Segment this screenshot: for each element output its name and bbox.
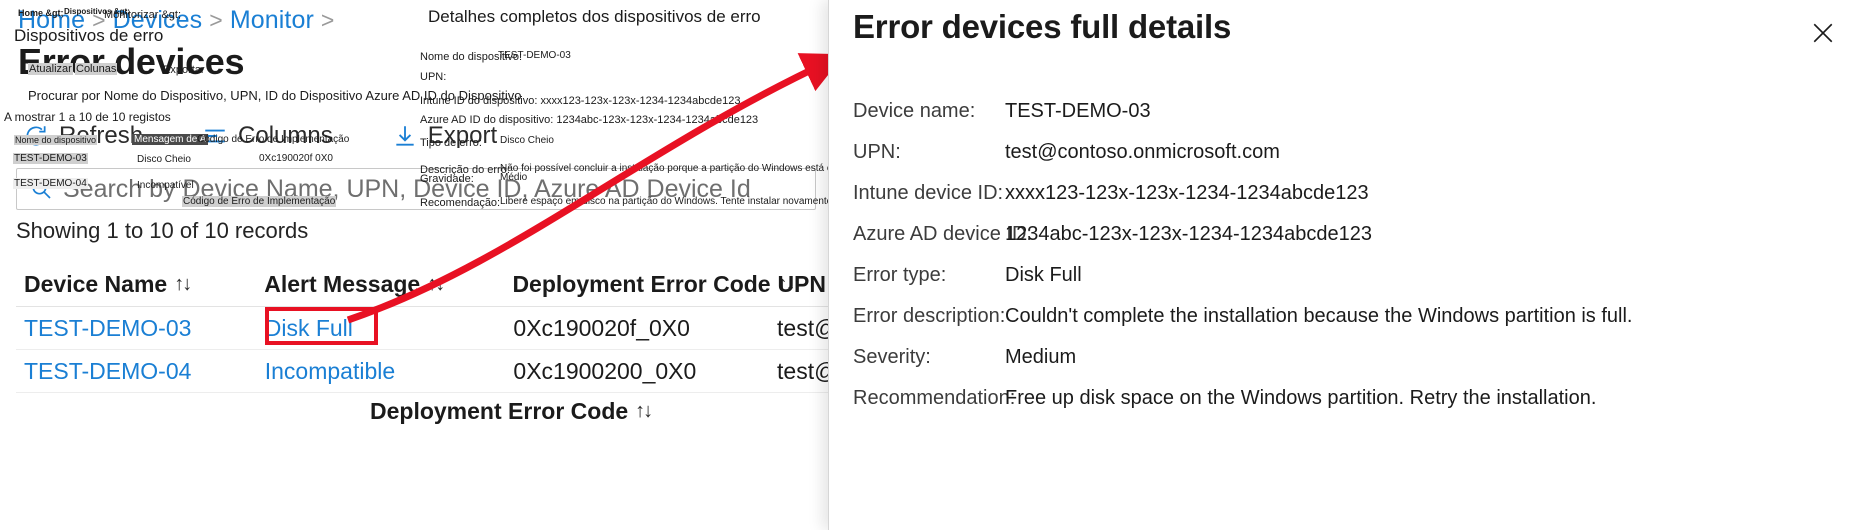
panel-title: Error devices full details	[853, 8, 1232, 45]
field-value: Medium	[1005, 346, 1077, 368]
export-icon	[391, 122, 419, 150]
field-label: Azure AD device ID:	[853, 223, 1032, 245]
column-header-deployment-error-code-label: Deployment Error Code	[512, 271, 771, 297]
screenshot-canvas: Home > Devices > Monitor > Error devices Refr…	[0, 0, 1868, 530]
column-header-device-name[interactable]: Device Name ↑↓	[16, 271, 264, 306]
overlay-export-label: Exportar	[163, 64, 205, 76]
cell-device-name[interactable]: TEST-DEMO-03	[16, 315, 265, 342]
overlay-footer-sort: Código de Erro de Implementação	[182, 196, 337, 207]
overlay-breadcrumb-home: Home &gt;	[18, 8, 64, 18]
sort-icon[interactable]: ↑↓	[427, 273, 445, 296]
field-device-name: Device name: TEST-DEMO-03	[853, 100, 1848, 123]
field-label: UPN:	[853, 141, 901, 163]
field-value: Free up disk space on the Windows partit…	[1005, 387, 1597, 409]
highlight-rectangle-disk-full	[265, 307, 378, 345]
field-value: xxxx123-123x-123x-1234-1234abcde123	[1005, 182, 1369, 204]
overlay-columns-label: Colunas	[75, 63, 118, 75]
column-header-upn-label: UPN	[777, 271, 826, 297]
cell-alert-message[interactable]: Incompatible	[265, 358, 514, 385]
field-value: TEST-DEMO-03	[1005, 100, 1151, 122]
records-status: Showing 1 to 10 of 10 records	[16, 218, 309, 243]
field-recommendation: Recommendation: Free up disk space on th…	[853, 387, 1848, 410]
field-label: Recommendation:	[853, 387, 1016, 409]
footer-sort-label: Deployment Error Code	[370, 398, 629, 424]
close-icon[interactable]	[1806, 16, 1840, 50]
column-header-device-name-label: Device Name	[24, 271, 168, 297]
sort-icon[interactable]: ↑↓	[174, 273, 192, 296]
field-error-description: Error description: Couldn't complete the…	[853, 305, 1848, 328]
overlay-label-intune-device-id: Intune ID do dispositivo: xxxx123-123x-1…	[420, 95, 741, 107]
field-azure-ad-device-id: Azure AD device ID: 1234abc-123x-123x-12…	[853, 223, 1848, 246]
field-value: Disk Full	[1005, 264, 1082, 286]
overlay-label-azure-ad-device-id: Azure AD ID do dispositivo: 1234abc-123x…	[420, 114, 759, 126]
overlay-row1-device: TEST-DEMO-03	[13, 153, 88, 164]
overlay-value-device-name: TEST-DEMO-03	[498, 50, 571, 61]
overlay-label-error-type: Tipo de erro:	[420, 137, 482, 149]
panel-field-list: Device name: TEST-DEMO-03 UPN: test@cont…	[853, 100, 1848, 428]
footer-sort-deployment-error-code[interactable]: Deployment Error Code ↑↓	[370, 398, 653, 425]
overlay-column-error-code: Código de Erro de Implementação	[197, 134, 350, 145]
overlay-breadcrumb-error-devices: Dispositivos de erro	[14, 26, 164, 45]
cell-deployment-error-code: 0Xc190020f_0X0	[513, 314, 690, 341]
overlay-value-error-type: Disco Cheio	[500, 135, 554, 146]
field-intune-device-id: Intune device ID: xxxx123-123x-123x-1234…	[853, 182, 1848, 205]
overlay-row1-code: 0Xc190020f 0X0	[259, 153, 333, 164]
overlay-breadcrumb-monitor: Monitorizar &gt;	[104, 9, 182, 21]
overlay-row2-alert: Incompatível	[137, 180, 194, 191]
overlay-records-status: A mostrar 1 a 10 de 10 registos	[4, 110, 171, 124]
error-devices-full-details-panel: Error devices full details Device name: …	[828, 0, 1868, 530]
field-label: Error description:	[853, 305, 1006, 327]
field-value: 1234abc-123x-123x-1234-1234abcde123	[1005, 223, 1372, 245]
overlay-label-recommendation: Recomendação:	[420, 197, 501, 209]
field-label: Device name:	[853, 100, 976, 122]
field-label: Intune device ID:	[853, 182, 1004, 204]
field-severity: Severity: Medium	[853, 346, 1848, 369]
overlay-refresh-label: Atualizar	[28, 63, 73, 75]
column-header-deployment-error-code[interactable]: Deployment Error Code ↑↓	[512, 271, 795, 306]
sort-icon[interactable]: ↑↓	[635, 400, 653, 423]
field-label: Error type:	[853, 264, 947, 286]
column-header-alert-message-label: Alert Message	[264, 271, 421, 297]
breadcrumb-separator: >	[209, 7, 223, 33]
cell-deployment-error-code: 0Xc1900200_0X0	[513, 357, 697, 384]
field-value: test@contoso.onmicrosoft.com	[1005, 141, 1280, 163]
overlay-value-severity: Médio	[500, 172, 528, 183]
field-label: Severity:	[853, 346, 931, 368]
page-title: Error devices	[18, 41, 245, 82]
overlay-panel-title: Detalhes completos dos dispositivos de e…	[428, 7, 761, 26]
overlay-value-recommendation: Libere espaço em disco na partição do Wi…	[500, 196, 836, 207]
overlay-row2-device: TEST-DEMO-04	[13, 178, 88, 189]
overlay-label-upn: UPN:	[420, 71, 447, 83]
breadcrumb-item-monitor[interactable]: Monitor	[230, 6, 314, 34]
overlay-value-error-description: Não foi possível concluir a instalação p…	[500, 163, 854, 174]
overlay-label-severity: Gravidade:	[420, 173, 474, 185]
column-header-alert-message[interactable]: Alert Message ↑↓	[264, 271, 512, 306]
overlay-column-device-name: Nome do dispositivo	[14, 135, 98, 145]
breadcrumb-separator: >	[320, 7, 335, 33]
field-value: Couldn't complete the installation becau…	[1005, 305, 1633, 327]
field-error-type: Error type: Disk Full	[853, 264, 1848, 287]
field-upn: UPN: test@contoso.onmicrosoft.com	[853, 141, 1848, 164]
overlay-row1-alert: Disco Cheio	[137, 154, 191, 165]
cell-device-name[interactable]: TEST-DEMO-04	[16, 358, 265, 385]
